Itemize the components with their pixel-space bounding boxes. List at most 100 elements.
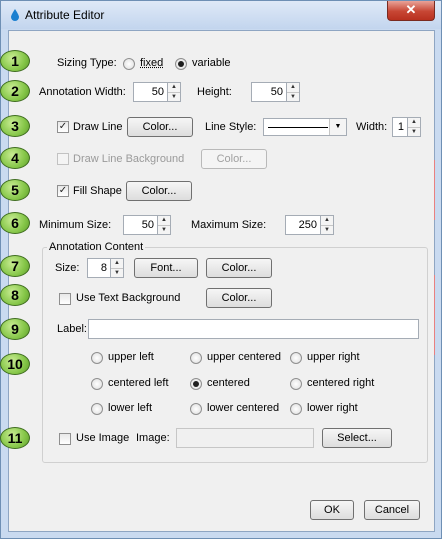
position-upper-left-label: upper left [108,351,154,363]
radio-selected-dot [193,381,199,387]
position-centered-label: centered [207,377,250,389]
text-size-input[interactable]: 8 [87,258,111,278]
draw-line-background-label: Draw Line Background [73,153,185,165]
sizing-fixed-label: fixed [140,57,164,69]
callout-badge: 8 [0,284,30,306]
image-path-input[interactable] [176,428,314,448]
maximum-size-spinner[interactable]: ▲ ▼ [321,215,334,235]
position-centered-right-radio[interactable] [290,378,302,390]
fill-shape-label: Fill Shape [73,185,122,197]
cancel-button[interactable]: Cancel [364,500,420,520]
attribute-editor-window: Attribute Editor ✕ Sizing Type: fixed va… [0,0,442,539]
minimum-size-input[interactable]: 50 [123,215,158,235]
callout-badge: 6 [0,212,30,234]
spin-up-icon[interactable]: ▲ [111,259,123,269]
position-lower-centered-radio[interactable] [190,403,202,415]
position-centered-right-label: centered right [307,377,375,389]
window-title: Attribute Editor [25,8,105,22]
spin-up-icon[interactable]: ▲ [321,216,333,226]
droplet-icon [11,9,19,21]
line-width-label: Width: [356,121,388,133]
sizing-fixed-radio[interactable] [123,58,135,70]
height-spinner[interactable]: ▲ ▼ [287,82,300,102]
use-image-checkbox[interactable] [59,433,71,445]
height-input[interactable]: 50 [251,82,287,102]
spin-up-icon[interactable]: ▲ [158,216,170,226]
line-width-spinner[interactable]: ▲ ▼ [408,117,421,137]
close-button[interactable]: ✕ [387,1,435,21]
draw-line-background-color-button[interactable]: Color... [201,149,267,169]
callout-badge: 5 [0,179,30,201]
spin-down-icon[interactable]: ▼ [321,226,333,235]
callout-badge: 2 [0,80,30,102]
use-text-background-checkbox[interactable] [59,293,71,305]
draw-line-color-button[interactable]: Color... [127,117,193,137]
position-lower-right-radio[interactable] [290,403,302,415]
position-lower-left-radio[interactable] [91,403,103,415]
minimum-size-label: Minimum Size: [39,219,112,231]
position-upper-right-radio[interactable] [290,352,302,364]
line-style-preview [268,127,328,128]
spin-up-icon[interactable]: ▲ [168,83,180,93]
position-centered-left-label: centered left [108,377,169,389]
callout-badge: 4 [0,147,30,169]
position-centered-radio[interactable] [190,378,202,390]
spin-up-icon[interactable]: ▲ [408,118,420,128]
chevron-down-icon[interactable]: ▼ [329,119,346,135]
background-edge-mark [434,275,435,355]
fill-shape-checkbox[interactable]: ✓ [57,185,69,197]
ok-button[interactable]: OK [310,500,354,520]
dialog-body: Sizing Type: fixed variable Annotation W… [8,30,435,532]
position-upper-right-label: upper right [307,351,360,363]
checkmark-icon: ✓ [58,185,68,196]
spin-down-icon[interactable]: ▼ [111,269,123,278]
fill-shape-color-button[interactable]: Color... [126,181,192,201]
text-color-button[interactable]: Color... [206,258,272,278]
label-field-label: Label: [57,323,87,335]
spin-down-icon[interactable]: ▼ [158,226,170,235]
draw-line-checkbox[interactable]: ✓ [57,121,69,133]
background-edge-mark [434,160,435,220]
line-style-label: Line Style: [205,121,257,133]
position-upper-centered-label: upper centered [207,351,281,363]
title-bar[interactable]: Attribute Editor ✕ [1,1,441,29]
annotation-width-label: Annotation Width: [39,86,126,98]
draw-line-label: Draw Line [73,121,123,133]
callout-badge: 11 [0,427,30,449]
minimum-size-spinner[interactable]: ▲ ▼ [158,215,171,235]
spin-down-icon[interactable]: ▼ [168,93,180,102]
sizing-type-label: Sizing Type: [57,57,117,69]
maximum-size-label: Maximum Size: [191,219,267,231]
line-width-input[interactable]: 1 [392,117,408,137]
position-upper-centered-radio[interactable] [190,352,202,364]
draw-line-background-checkbox[interactable] [57,153,69,165]
line-style-dropdown[interactable]: ▼ [263,118,347,136]
checkmark-icon: ✓ [58,121,68,132]
position-lower-left-label: lower left [108,402,153,414]
spin-up-icon[interactable]: ▲ [287,83,299,93]
radio-selected-dot [178,61,184,67]
spin-down-icon[interactable]: ▼ [408,128,420,137]
annotation-width-spinner[interactable]: ▲ ▼ [168,82,181,102]
text-size-label: Size: [55,262,80,274]
annotation-content-title: Annotation Content [47,240,146,254]
sizing-variable-radio[interactable] [175,58,187,70]
maximum-size-input[interactable]: 250 [285,215,321,235]
position-centered-left-radio[interactable] [91,378,103,390]
callout-badge: 1 [0,50,30,72]
callout-badge: 7 [0,255,30,277]
sizing-variable-label: variable [192,57,231,69]
annotation-width-input[interactable]: 50 [133,82,168,102]
callout-badge: 9 [0,318,30,340]
position-lower-centered-label: lower centered [207,402,280,414]
font-button[interactable]: Font... [134,258,198,278]
text-size-spinner[interactable]: ▲ ▼ [111,258,124,278]
label-input[interactable] [88,319,419,339]
text-background-color-button[interactable]: Color... [206,288,272,308]
position-upper-left-radio[interactable] [91,352,103,364]
use-text-background-label: Use Text Background [76,292,181,304]
use-image-label: Use Image [76,432,130,444]
select-image-button[interactable]: Select... [322,428,392,448]
spin-down-icon[interactable]: ▼ [287,93,299,102]
callout-badge: 10 [0,353,30,375]
